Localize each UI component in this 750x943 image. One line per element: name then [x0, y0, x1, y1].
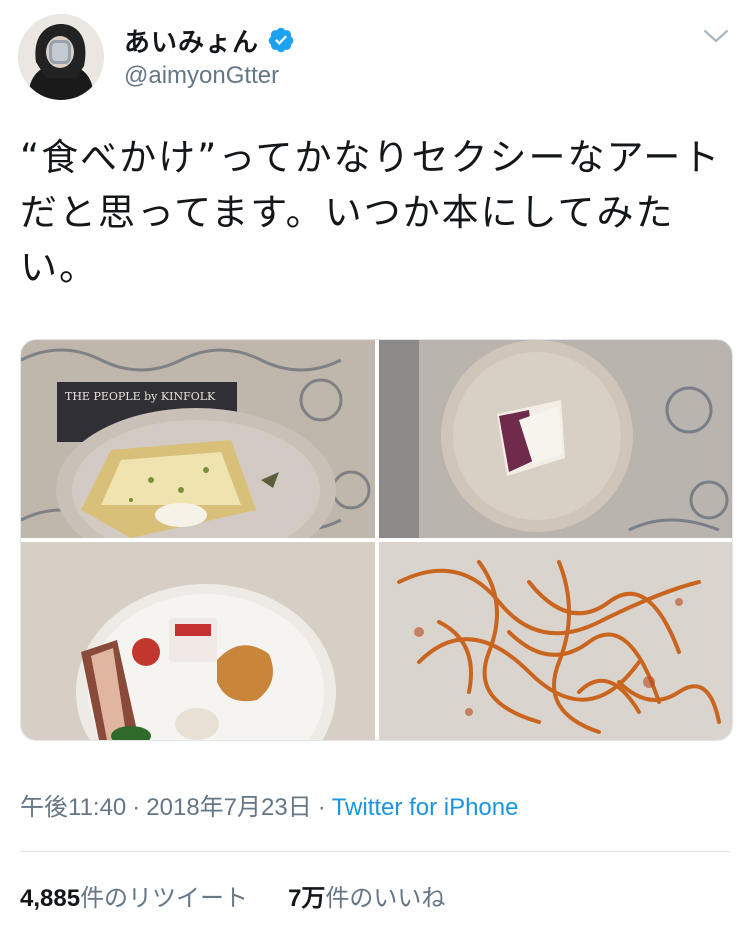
- tweet-source-link[interactable]: Twitter for iPhone: [332, 794, 519, 821]
- tweet-media-grid: THE PEOPLE by KINFOLK: [20, 339, 733, 741]
- chevron-down-icon[interactable]: [702, 26, 730, 46]
- likes-stat[interactable]: 7万件のいいね: [288, 885, 445, 912]
- retweets-label: 件のリツイート: [80, 885, 249, 912]
- tweet-date[interactable]: 2018年7月23日: [146, 794, 311, 821]
- divider: [20, 851, 730, 852]
- tweet-text: “食べかけ”ってかなりセクシーなアートだと思ってます。いつか本にしてみたい。: [20, 136, 722, 289]
- avatar[interactable]: [18, 14, 104, 100]
- tweet-stats: 4,885件のリツイート 7万件のいいね: [20, 878, 445, 913]
- tweet-timestamp: 午後11:40 · 2018年7月23日 · Twitter for iPhone: [20, 787, 518, 822]
- photo-book-title: THE PEOPLE by KINFOLK: [65, 390, 216, 403]
- likes-label: 件のいいね: [325, 885, 446, 912]
- photo-spaghetti[interactable]: [379, 542, 732, 740]
- meta-separator: ·: [317, 794, 326, 821]
- photo-toast[interactable]: THE PEOPLE by KINFOLK: [21, 340, 375, 538]
- photo-jam-toast[interactable]: [379, 340, 732, 538]
- verified-badge-icon: [268, 27, 294, 53]
- photo-breakfast-plate[interactable]: [21, 542, 375, 740]
- tweet-time[interactable]: 午後11:40: [20, 794, 126, 821]
- user-handle[interactable]: @aimyonGtter: [124, 62, 279, 90]
- retweets-count: 4,885: [20, 885, 81, 912]
- display-name[interactable]: あいみょん: [124, 22, 259, 59]
- retweets-stat[interactable]: 4,885件のリツイート: [20, 885, 248, 912]
- likes-count: 7万: [288, 885, 326, 912]
- meta-separator: ·: [132, 794, 141, 821]
- tweet-header: あいみょん @aimyonGtter: [0, 0, 750, 110]
